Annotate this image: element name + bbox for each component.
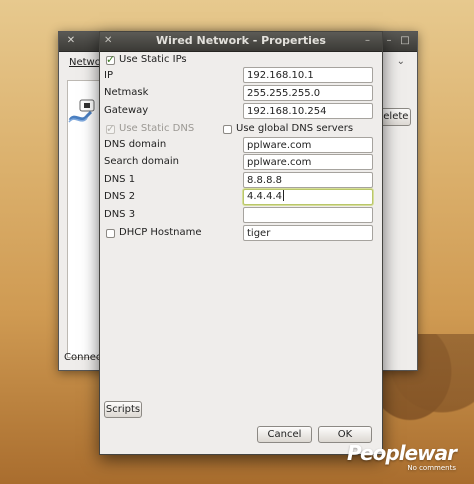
cancel-button[interactable]: Cancel	[257, 426, 312, 443]
text-caret	[283, 190, 284, 201]
use-global-dns-label: Use global DNS servers	[236, 123, 354, 134]
dns2-field[interactable]: 4.4.4.4	[243, 189, 373, 205]
use-static-ips-checkbox[interactable]: ✓	[106, 53, 116, 66]
dns3-field[interactable]	[243, 207, 373, 223]
dhcp-hostname-field[interactable]	[243, 225, 373, 241]
watermark-sub-text: No comments	[407, 464, 456, 472]
use-static-dns-checkbox: ✓	[106, 122, 116, 135]
use-global-dns-checkbox[interactable]	[223, 125, 232, 134]
dns1-field[interactable]	[243, 172, 373, 188]
netmask-label: Netmask	[104, 87, 149, 98]
chevron-down-icon[interactable]: ⌄	[397, 56, 405, 67]
dialog-title: Wired Network - Properties	[156, 34, 326, 47]
ok-button-label: OK	[337, 429, 353, 440]
gateway-label: Gateway	[104, 105, 149, 116]
close-icon[interactable]: ✕	[65, 35, 77, 47]
dns-domain-field[interactable]	[243, 137, 373, 153]
gateway-field[interactable]	[243, 103, 373, 119]
dns3-label: DNS 3	[104, 209, 136, 220]
checkmark-icon: ✓	[106, 53, 116, 66]
search-domain-field[interactable]	[243, 154, 373, 170]
dns2-label: DNS 2	[104, 191, 136, 202]
dns2-value: 4.4.4.4	[247, 191, 282, 202]
search-domain-label: Search domain	[104, 156, 179, 167]
use-static-dns-label: Use Static DNS	[119, 123, 195, 134]
scripts-button-label: Scripts	[105, 404, 141, 415]
ip-label: IP	[104, 70, 113, 81]
network-tab-label[interactable]: Netwo	[69, 57, 101, 68]
minimize-icon[interactable]: –	[383, 35, 395, 47]
ip-field[interactable]	[243, 67, 373, 83]
cancel-button-label: Cancel	[267, 429, 302, 440]
watermark-logo: Peoplewar No comments	[347, 441, 457, 472]
dhcp-hostname-checkbox[interactable]	[106, 229, 115, 238]
use-static-ips-label: Use Static IPs	[119, 54, 187, 65]
minimize-icon[interactable]: –	[365, 35, 370, 47]
scripts-button[interactable]: Scripts	[104, 401, 142, 418]
maximize-icon[interactable]: □	[399, 35, 411, 47]
netmask-field[interactable]	[243, 85, 373, 101]
dialog-titlebar: ✕ Wired Network - Properties –	[100, 32, 382, 52]
dns-domain-label: DNS domain	[104, 139, 167, 150]
wired-network-icon	[68, 99, 95, 123]
dhcp-hostname-label: DHCP Hostname	[119, 227, 202, 238]
checkmark-icon: ✓	[106, 122, 116, 135]
watermark-main-text: Peoplewar	[347, 441, 457, 465]
dns1-label: DNS 1	[104, 174, 136, 185]
wired-network-properties-dialog: ✕ Wired Network - Properties – ✓ Use Sta…	[99, 31, 383, 455]
